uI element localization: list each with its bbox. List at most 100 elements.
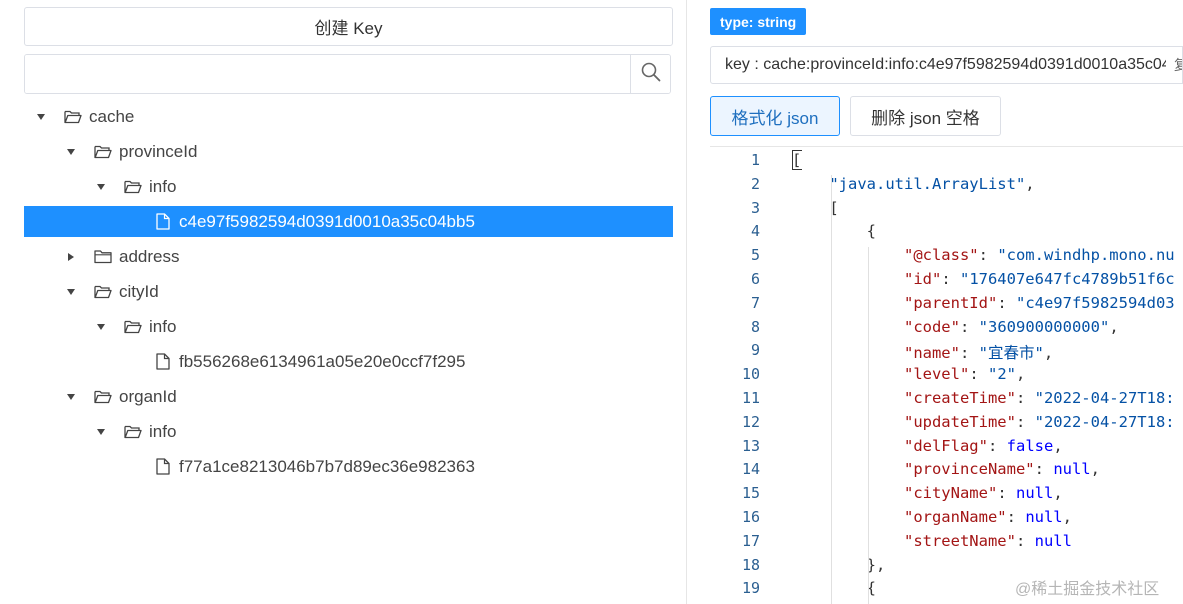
tree-key-item[interactable]: f77a1ce8213046b7b7d89ec36e982363: [24, 451, 673, 482]
format-json-button[interactable]: 格式化 json: [710, 96, 840, 136]
line-number: 2: [750, 174, 760, 193]
tree-folder-item[interactable]: cityId: [24, 276, 673, 307]
json-punctuation: {: [866, 222, 876, 241]
json-string: "176407e647fc4789b51f6c: [959, 270, 1175, 288]
tree-item-label: cache: [89, 106, 135, 126]
tree-folder-item[interactable]: provinceId: [24, 136, 673, 167]
pane-divider[interactable]: [686, 0, 687, 604]
tree-item-label: info: [149, 176, 177, 196]
json-punctuation: :: [1034, 460, 1054, 479]
json-literal: null: [1034, 531, 1072, 550]
json-key: "code": [903, 317, 960, 336]
caret-down-icon[interactable]: [65, 286, 77, 298]
code-line: "parentId": "c4e97f5982594d03: [792, 294, 1175, 312]
key-tree-pane: 创建 Key cache provinceId info c4e97f5982594d…: [0, 0, 686, 604]
caret-down-icon[interactable]: [95, 426, 107, 438]
search-button[interactable]: [630, 55, 670, 93]
code-line: "@class": "com.windhp.mono.nu: [792, 246, 1175, 264]
code-line: "java.util.ArrayList",: [792, 174, 1035, 193]
tree-item-label: info: [149, 316, 177, 336]
line-number: 14: [741, 460, 760, 479]
json-punctuation: ,: [1025, 174, 1035, 193]
line-number: 15: [741, 484, 760, 503]
caret-down-icon[interactable]: [35, 111, 47, 123]
json-key: "organName": [903, 508, 1007, 526]
caret-right-icon[interactable]: [65, 251, 77, 263]
caret-down-icon[interactable]: [95, 181, 107, 193]
line-number: 17: [741, 531, 760, 550]
search-icon: [641, 62, 661, 87]
search-input[interactable]: [25, 55, 632, 93]
tree-item-label: f77a1ce8213046b7b7d89ec36e982363: [179, 456, 475, 476]
strip-json-spaces-button[interactable]: 删除 json 空格: [850, 96, 1001, 136]
tree-key-item[interactable]: c4e97f5982594d0391d0010a35c04bb5: [24, 206, 673, 237]
code-line: "delFlag": false,: [792, 437, 1063, 455]
type-badge: type: string: [710, 8, 807, 35]
folder-open-icon: [93, 143, 113, 161]
tree-folder-item[interactable]: organId: [24, 381, 673, 412]
json-punctuation: ,: [1043, 344, 1054, 363]
code-line: "provinceName": null,: [792, 460, 1100, 478]
watermark: @稀土掘金技术社区: [1015, 581, 1160, 598]
json-key: "provinceName": [903, 460, 1035, 479]
json-key: "@class": [903, 246, 979, 265]
line-number: 3: [750, 198, 760, 217]
key-name-text: key : cache:provinceId:info:c4e97f598259…: [725, 56, 1170, 73]
json-punctuation: :: [1015, 412, 1035, 431]
line-number: 19: [741, 579, 760, 598]
json-editor[interactable]: 1 2 3 4 5 6 7 8 9 10 11 12 13 14 15 16 17 18 19 [ "java.ut…: [710, 146, 1183, 604]
line-number: 8: [750, 317, 760, 336]
tree-item-label: info: [149, 421, 177, 441]
tree-item-label: cityId: [119, 281, 159, 301]
folder-icon: [93, 248, 113, 266]
json-punctuation: ,: [1015, 365, 1026, 384]
tree-key-item[interactable]: fb556268e6134961a05e20e0ccf7f295: [24, 346, 673, 377]
json-punctuation: :: [997, 293, 1016, 312]
file-icon: [153, 458, 173, 476]
line-number: 9: [750, 341, 760, 360]
file-icon: [153, 353, 173, 371]
code-line: },: [792, 556, 886, 574]
folder-open-icon: [123, 318, 143, 336]
code-line: "id": "176407e647fc4789b51f6c: [792, 270, 1175, 288]
caret-down-icon[interactable]: [95, 321, 107, 333]
line-number: 6: [750, 270, 760, 288]
json-punctuation: ,: [1053, 436, 1063, 455]
json-string: "2": [987, 365, 1016, 384]
tree-folder-item[interactable]: cache: [24, 101, 673, 132]
tree-folder-item[interactable]: address: [24, 241, 673, 272]
caret-down-icon[interactable]: [65, 391, 77, 403]
indent-guide: [868, 247, 869, 604]
tree-folder-item[interactable]: info: [24, 311, 673, 342]
json-key: "id": [903, 270, 942, 288]
json-string: "360900000000": [978, 317, 1110, 336]
json-punctuation: :: [959, 344, 979, 363]
tree-folder-item[interactable]: info: [24, 416, 673, 447]
code-line: "cityName": null,: [792, 484, 1063, 502]
json-punctuation: :: [969, 365, 988, 384]
copy-key-button[interactable]: 复: [1166, 46, 1183, 84]
tree-item-label: provinceId: [119, 141, 198, 161]
json-key: "delFlag": [903, 436, 988, 455]
code-line: {: [792, 222, 876, 240]
caret-down-icon[interactable]: [65, 146, 77, 158]
line-number: 16: [741, 508, 760, 526]
create-key-button[interactable]: 创建 Key: [24, 7, 673, 46]
tree-folder-item[interactable]: info: [24, 171, 673, 202]
key-name-field[interactable]: key : cache:provinceId:info:c4e97f598259…: [710, 46, 1170, 84]
file-icon: [153, 213, 173, 231]
line-number: 11: [741, 389, 760, 407]
json-string: "2022-04-27T18:: [1034, 389, 1175, 407]
json-literal: null: [1025, 508, 1063, 526]
json-key: "streetName": [903, 531, 1016, 550]
